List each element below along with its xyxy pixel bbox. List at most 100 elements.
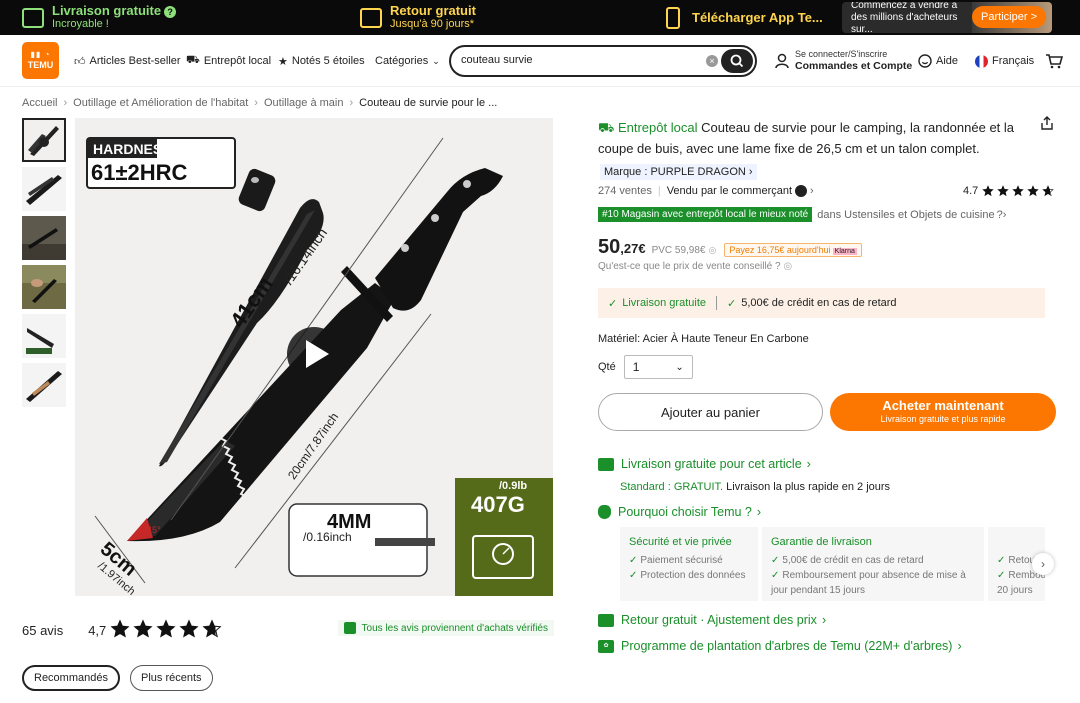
promo-free-shipping-title: Livraison gratuite (52, 3, 162, 18)
weight-g-label: 407G (471, 492, 525, 517)
language-label: Français (992, 55, 1035, 67)
warehouse-label: Entrepôt local (617, 120, 698, 135)
standard-text: Livraison la plus rapide en 2 jours (726, 481, 891, 493)
promo-free-shipping[interactable]: Livraison gratuite? Incroyable ! (22, 0, 177, 35)
filter-most-recent[interactable]: Plus récents (129, 665, 213, 691)
buy-now-button[interactable]: Acheter maintenant Livraison gratuite et… (830, 393, 1056, 431)
guarantee-item: 5,00€ de crédit en cas de retard (782, 555, 924, 566)
shield-check-icon (343, 622, 356, 634)
quantity-row: Qté 1 ⌄ (598, 355, 693, 379)
chevron-right-icon: › (810, 185, 814, 197)
store-icon (795, 185, 808, 197)
truck-icon (22, 7, 44, 28)
guarantee-item: Remboursement pour absence de mise à (782, 570, 966, 581)
thumbnail-1[interactable] (22, 118, 66, 162)
security-card[interactable]: Sécurité et vie privée ✓ Paiement sécuris… (620, 527, 758, 601)
star-icon (997, 185, 1010, 197)
guarantee-item: jour pendant 15 jours (771, 585, 865, 596)
account-menu[interactable]: Se connecter/S'inscrire Commandes et Com… (775, 49, 912, 73)
ranking-info[interactable]: #10 Magasin avec entrepôt local le mieux… (598, 207, 1006, 222)
info-icon[interactable]: ◎ (709, 245, 717, 256)
star-badge-icon: ★ (278, 55, 288, 68)
thumbnail-4[interactable] (22, 265, 66, 309)
question-icon: ?› (996, 208, 1007, 221)
tree-planting-title: Programme de plantation d'arbres de Temu… (621, 639, 953, 653)
language-selector[interactable]: Français (975, 35, 1034, 87)
cart-icon (1046, 54, 1063, 69)
why-temu-cards: Sécurité et vie privée ✓ Paiement sécuris… (620, 527, 1045, 601)
search-button[interactable] (721, 49, 753, 73)
price-integer: 50 (598, 236, 621, 258)
free-return-section[interactable]: Retour gratuit · Ajustement des prix › (598, 613, 826, 627)
guarantee-title: Garantie de livraison (771, 536, 872, 548)
truck-icon (598, 457, 614, 471)
search-bar[interactable]: couteau survie × (449, 45, 757, 77)
klarna-pay-badge[interactable]: Payez 16,75€ aujourd'hui Klarna (724, 243, 862, 257)
product-title: ⛟ Entrepôt local Couteau de survie pour … (598, 117, 1038, 159)
ship-credit-label: 5,00€ de crédit en cas de retard (741, 297, 897, 309)
star-icon (1042, 185, 1055, 197)
star-icon (156, 618, 176, 638)
star-icon (982, 185, 995, 197)
account-orders-label: Commandes et Compte (795, 60, 913, 72)
star-icon (133, 618, 153, 638)
header: ▮▮ ◔ TEMU 👍︎ Articles Best-seller ⛟ Entrep… (0, 35, 1080, 87)
breadcrumb-home[interactable]: Accueil (22, 97, 57, 109)
promo-download-app[interactable]: Télécharger App Te... (666, 0, 823, 35)
add-to-cart-button[interactable]: Ajouter au panier (598, 393, 823, 431)
free-shipping-section[interactable]: Livraison gratuite pour cet article › (598, 457, 811, 471)
nav-local-warehouse[interactable]: ⛟ Entrepôt local (186, 35, 271, 87)
carousel-next-button[interactable]: › (1032, 553, 1054, 575)
price-decimal: ,27€ (620, 241, 646, 256)
search-input[interactable]: couteau survie (461, 54, 533, 66)
thumbnail-6[interactable] (22, 363, 66, 407)
product-rating[interactable]: 4.7 (963, 185, 1057, 197)
promo-free-return[interactable]: Retour gratuit Jusqu'à 90 jours* (360, 0, 476, 35)
nav-best-sellers[interactable]: 👍︎ Articles Best-seller (74, 35, 181, 87)
breadcrumb-hand-tools[interactable]: Outillage à main (264, 97, 344, 109)
nav-categories[interactable]: Catégories ⌄ (375, 35, 440, 87)
breadcrumb-tools[interactable]: Outillage et Amélioration de l'habitat (73, 97, 248, 109)
star-icon (1027, 185, 1040, 197)
temu-logo[interactable]: ▮▮ ◔ TEMU (22, 42, 59, 79)
review-count[interactable]: 65 avis (22, 623, 63, 638)
phone-icon (666, 6, 680, 29)
brand-link[interactable]: Marque : PURPLE DRAGON › (600, 164, 757, 180)
quantity-select[interactable]: 1 ⌄ (623, 355, 693, 379)
filter-recommended[interactable]: Recommandés (22, 665, 120, 691)
price-question[interactable]: Qu'est-ce que le prix de vente conseillé… (598, 261, 792, 272)
cart-button[interactable] (1045, 35, 1063, 87)
thumbnail-5[interactable] (22, 314, 66, 358)
promo-return-title: Retour gratuit (390, 3, 476, 18)
nav-five-stars-label: Notés 5 étoiles (291, 55, 365, 67)
question-icon: ? (164, 6, 177, 18)
verified-reviews-badge: Tous les avis proviennent d'achats vérif… (337, 620, 554, 636)
seller-join-button[interactable]: Participer > (972, 6, 1046, 28)
delivery-guarantee-card[interactable]: Garantie de livraison ✓ 5,00€ de crédit e… (762, 527, 984, 601)
promo-seller[interactable]: Commencez à vendre à des millions d'ache… (842, 2, 1052, 33)
brand-text: Marque : PURPLE DRAGON (604, 166, 746, 178)
thumbnail-3[interactable] (22, 216, 66, 260)
main-product-image[interactable]: HARDNESS 61±2HRC 41cm /16.14inch 20cm/7.… (75, 118, 553, 596)
tree-icon: ✿ (598, 639, 614, 653)
sold-by-label[interactable]: Vendu par le commerçant (667, 185, 792, 197)
why-temu-section[interactable]: Pourquoi choisir Temu ? › (598, 505, 761, 519)
nav-five-stars[interactable]: ★ Notés 5 étoiles (278, 35, 365, 87)
return-box-icon (360, 7, 382, 28)
tree-planting-section[interactable]: ✿ Programme de plantation d'arbres de Te… (598, 639, 962, 653)
truck-icon: ⛟ (186, 54, 200, 66)
rank-category: dans Ustensiles et Objets de cuisine (817, 208, 995, 221)
share-icon[interactable] (1040, 116, 1054, 130)
review-filters: Recommandés Plus récents (22, 665, 223, 691)
klarna-logo: Klarna (832, 248, 857, 255)
hardness-value: 61±2HRC (91, 160, 188, 185)
star-icon (1012, 185, 1025, 197)
promo-seller-text: Commencez à vendre à des millions d'ache… (851, 2, 958, 33)
thumbnail-2[interactable] (22, 167, 66, 211)
quantity-label: Qté (598, 361, 616, 373)
help-link[interactable]: Aide (918, 35, 958, 87)
free-shipping-title: Livraison gratuite pour cet article (621, 457, 802, 471)
help-label: Aide (936, 55, 959, 67)
clear-icon[interactable]: × (706, 55, 718, 67)
star-icon (202, 618, 222, 638)
